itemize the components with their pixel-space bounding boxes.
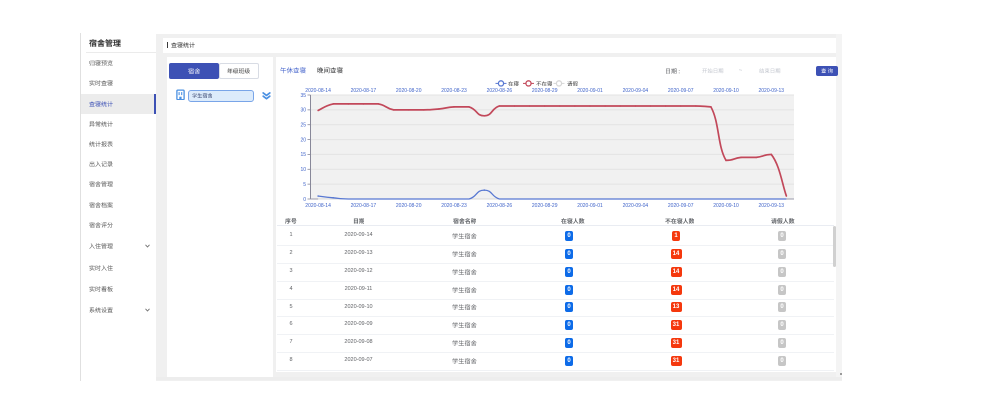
svg-text:2020-09-13: 2020-09-13	[759, 203, 785, 209]
svg-text:2020-09-04: 2020-09-04	[623, 203, 649, 209]
svg-text:2020-09-01: 2020-09-01	[577, 88, 603, 94]
svg-text:2020-08-23: 2020-08-23	[441, 203, 467, 209]
svg-text:2020-09-10: 2020-09-10	[713, 88, 739, 94]
svg-text:2020-09-10: 2020-09-10	[713, 203, 739, 209]
svg-text:2020-09-04: 2020-09-04	[623, 88, 649, 94]
svg-text:2020-08-20: 2020-08-20	[396, 203, 422, 209]
svg-text:2020-08-20: 2020-08-20	[396, 88, 422, 94]
svg-text:2020-08-14: 2020-08-14	[305, 88, 331, 94]
svg-text:2020-09-01: 2020-09-01	[577, 203, 603, 209]
svg-text:25: 25	[300, 123, 306, 129]
svg-text:2020-08-23: 2020-08-23	[441, 88, 467, 94]
svg-text:2020-09-07: 2020-09-07	[668, 88, 694, 94]
svg-text:2020-08-17: 2020-08-17	[351, 203, 377, 209]
svg-text:2020-09-13: 2020-09-13	[759, 88, 785, 94]
svg-text:2020-08-26: 2020-08-26	[487, 203, 513, 209]
svg-text:2020-08-14: 2020-08-14	[305, 203, 331, 209]
svg-text:2020-08-29: 2020-08-29	[532, 203, 558, 209]
svg-text:10: 10	[300, 167, 306, 173]
svg-text:5: 5	[303, 182, 306, 188]
svg-text:2020-08-26: 2020-08-26	[487, 88, 513, 94]
svg-text:2020-08-17: 2020-08-17	[351, 88, 377, 94]
svg-text:30: 30	[300, 108, 306, 114]
svg-text:20: 20	[300, 137, 306, 143]
svg-text:15: 15	[300, 152, 306, 158]
svg-text:2020-08-29: 2020-08-29	[532, 88, 558, 94]
svg-text:2020-09-07: 2020-09-07	[668, 203, 694, 209]
